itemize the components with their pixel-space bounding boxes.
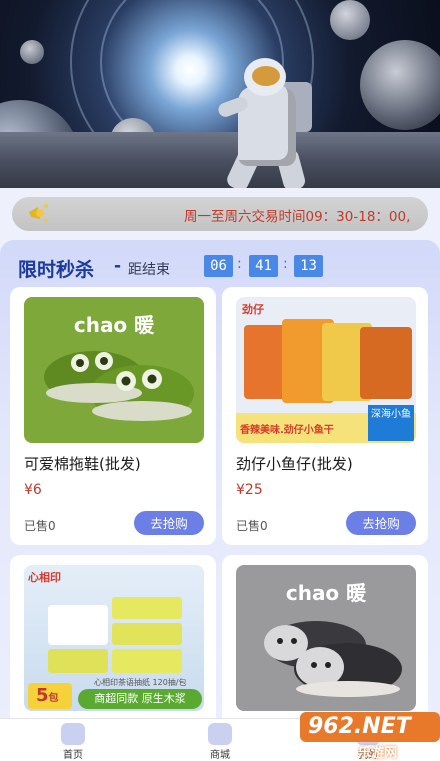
product-image-note: 心相印茶语抽纸 120抽/包	[94, 678, 187, 687]
product-card[interactable]: 劲仔 香辣美味.劲仔小鱼干 深海小鱼 劲仔小鱼仔(批发) ¥25 已售0 去抢购	[222, 287, 428, 545]
product-price: ¥25	[236, 482, 263, 498]
lunar-ground	[0, 132, 440, 188]
pack-count: 5	[36, 685, 49, 706]
shop-icon	[208, 723, 232, 745]
nav-label: 首页	[63, 750, 83, 761]
product-name: 可爱棉拖鞋(批发)	[24, 455, 141, 473]
product-sold-count: 已售0	[24, 519, 56, 533]
announcement-bar[interactable]: 周一至周六交易时间09：30-18：00,	[12, 197, 428, 231]
tissue-pack	[112, 623, 182, 645]
countdown-seconds: 13	[294, 255, 323, 277]
product-image-brand: 心相印	[28, 571, 61, 584]
product-image-slogan: 香辣美味.劲仔小鱼干	[240, 425, 334, 436]
product-price: ¥6	[24, 482, 42, 498]
astronaut-visor	[252, 66, 280, 86]
tissue-box	[48, 605, 108, 645]
watermark-sub: 乐游网	[358, 746, 398, 761]
nav-item-mall[interactable]: 商城	[180, 719, 260, 761]
tissue-pack	[48, 649, 108, 673]
tissue-pack	[112, 597, 182, 619]
snack-pack	[360, 327, 412, 399]
watermark-text: 962.NET	[308, 714, 411, 739]
product-image-side: 深海小鱼	[368, 405, 414, 441]
product-name: 劲仔小鱼仔(批发)	[236, 455, 353, 473]
product-image: chao 暖	[24, 297, 204, 443]
hero-banner[interactable]	[0, 0, 440, 188]
buy-now-button[interactable]: 去抢购	[134, 511, 204, 535]
countdown-hours: 06	[204, 255, 233, 277]
announcement-text: 周一至周六交易时间09：30-18：00,	[184, 209, 411, 225]
watermark: 962.NET 乐游网	[300, 708, 440, 761]
slipper-illustration	[44, 351, 194, 421]
slipper-illustration	[264, 621, 402, 697]
countdown-separator: :	[283, 256, 288, 272]
tissue-pack	[112, 649, 182, 673]
pack-count-badge: 5包	[28, 683, 72, 709]
buy-now-button[interactable]: 去抢购	[346, 511, 416, 535]
product-image-brand: 劲仔	[242, 303, 264, 316]
product-sold-count: 已售0	[236, 519, 268, 533]
nav-label: 商城	[210, 750, 230, 761]
product-image: chao 暖	[236, 565, 416, 711]
product-image-slogan: 商超同款 原生木浆	[78, 689, 202, 709]
home-icon	[61, 723, 85, 745]
countdown-label: 距结束	[128, 262, 170, 278]
countdown-separator: :	[237, 256, 242, 272]
product-image: 劲仔 香辣美味.劲仔小鱼干 深海小鱼	[236, 297, 416, 443]
planet	[360, 40, 440, 130]
flash-sale-title: 限时秒杀	[18, 259, 95, 281]
product-card[interactable]: chao 暖 可爱棉拖鞋(批发) ¥6 已售0 去抢购	[10, 287, 216, 545]
planet	[20, 40, 44, 64]
megaphone-icon	[29, 204, 48, 222]
pack-count-unit: 包	[48, 693, 59, 704]
nav-item-home[interactable]: 首页	[33, 719, 113, 761]
flash-sale-dash: -	[114, 256, 122, 276]
product-image: 心相印 心相印茶语抽纸 120抽/包 5包 商超同款 原生木浆	[24, 565, 204, 711]
astronaut-body	[238, 86, 296, 166]
planet	[330, 0, 370, 40]
countdown-minutes: 41	[249, 255, 278, 277]
